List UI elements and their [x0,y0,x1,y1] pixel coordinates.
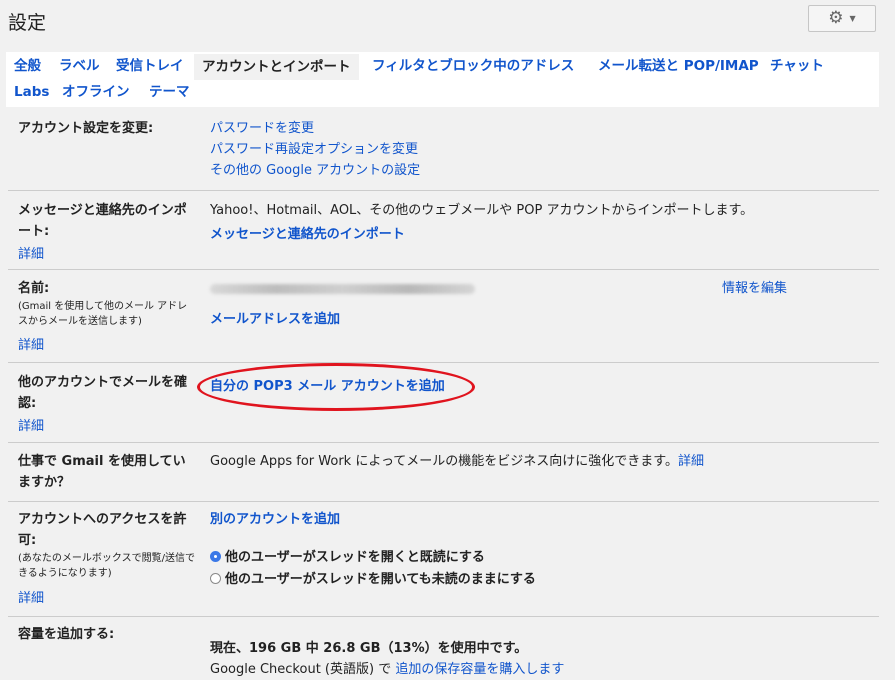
check-mail-row: 他のアカウントでメールを確認: 詳細 自分の POP3 メール アカウントを追加 [8,363,879,443]
tab-inbox[interactable]: 受信トレイ [116,57,184,75]
detail-link[interactable]: 詳細 [18,415,44,434]
import-row: メッセージと連絡先のインポート: 詳細 Yahoo!、Hotmail、AOL、そ… [8,191,879,270]
gmail-for-work-row: 仕事で Gmail を使用していますか？ Google Apps for Wor… [8,443,879,502]
page-title: 設定 [8,12,47,34]
tab-general[interactable]: 全般 [14,57,41,75]
tab-offline[interactable]: オフライン [62,83,130,101]
row-label-text: 仕事で Gmail を使用していますか？ [18,454,186,490]
tab-labs[interactable]: Labs [14,83,49,101]
add-pop3-account-link[interactable]: 自分の POP3 メール アカウントを追加 [210,376,445,397]
work-detail-link[interactable]: 詳細 [678,454,704,469]
account-settings-row: アカウント設定を変更: パスワードを変更 パスワード再設定オプションを変更 その… [8,108,879,191]
buy-storage-link[interactable]: 追加の保存容量を購入します [395,662,564,677]
row-label-text: 名前: [18,281,50,296]
change-recovery-link[interactable]: パスワード再設定オプションを変更 [210,139,418,160]
row-label: メッセージと連絡先のインポート: [18,200,196,242]
radio-mark-read[interactable]: 他のユーザーがスレッドを開くと既読にする [210,547,485,568]
storage-row: 容量を追加する: 現在、196 GB 中 26.8 GB（13%）を使用中です。… [8,617,879,677]
row-label: 仕事で Gmail を使用していますか？ [18,451,196,493]
checkout-text: Google Checkout (英語版) で [210,662,392,677]
row-label-text: 他のアカウントでメールを確認: [18,375,188,411]
tab-forwarding[interactable]: メール転送と POP/IMAP [598,57,759,75]
edit-info-link[interactable]: 情報を編集 [722,278,787,299]
import-messages-link[interactable]: メッセージと連絡先のインポート [210,224,405,245]
row-label: 容量を追加する: [18,627,115,642]
grant-access-row: アカウントへのアクセスを許可: (あなたのメールボックスで閲覧/送信できるように… [8,502,879,617]
add-email-link[interactable]: メールアドレスを追加 [210,309,340,330]
add-another-account-link[interactable]: 別のアカウントを追加 [210,509,340,530]
name-row: 名前: (Gmail を使用して他のメール アドレスからメールを送信します) 詳… [8,270,879,363]
settings-button[interactable]: ⚙ ▼ [808,5,876,32]
tab-filters[interactable]: フィルタとブロック中のアドレス [372,57,574,75]
tab-chat[interactable]: チャット [770,57,824,75]
row-label: 名前: (Gmail を使用して他のメール アドレスからメールを送信します) [18,278,196,329]
caret-down-icon: ▼ [849,14,856,23]
detail-link[interactable]: 詳細 [18,334,44,353]
tab-labels[interactable]: ラベル [59,57,100,75]
tab-accounts-import[interactable]: アカウントとインポート [194,54,359,80]
radio-unselected-icon[interactable] [210,573,221,584]
radio-label: 他のユーザーがスレッドを開くと既読にする [225,550,485,565]
settings-content: アカウント設定を変更: パスワードを変更 パスワード再設定オプションを変更 その… [8,108,879,677]
google-account-settings-link[interactable]: その他の Google アカウントの設定 [210,160,420,181]
email-address-redacted [210,280,475,301]
row-label: アカウントへのアクセスを許可: (あなたのメールボックスで閲覧/送信できるように… [18,509,196,581]
work-description: Google Apps for Work によってメールの機能をビジネス向けに強… [210,451,704,472]
row-sublabel: (あなたのメールボックスで閲覧/送信できるようになります) [18,553,195,579]
gear-icon: ⚙ [828,8,844,28]
row-label-text: メッセージと連絡先のインポート: [18,203,187,239]
row-label-text: アカウントへのアクセスを許可: [18,512,187,548]
detail-link[interactable]: 詳細 [18,243,44,262]
settings-tabs: 全般 ラベル 受信トレイ アカウントとインポート フィルタとブロック中のアドレス… [6,52,879,107]
radio-keep-unread[interactable]: 他のユーザーがスレッドを開いても未読のままにする [210,569,536,590]
change-password-link[interactable]: パスワードを変更 [210,118,314,139]
radio-selected-icon[interactable] [210,551,221,562]
work-text: Google Apps for Work によってメールの機能をビジネス向けに強… [210,454,678,469]
row-sublabel: (Gmail を使用して他のメール アドレスからメールを送信します) [18,301,188,327]
row-label: 他のアカウントでメールを確認: [18,372,196,414]
import-description: Yahoo!、Hotmail、AOL、その他のウェブメールや POP アカウント… [210,203,754,218]
detail-link[interactable]: 詳細 [18,587,44,606]
row-label: アカウント設定を変更: [18,121,154,136]
radio-label: 他のユーザーがスレッドを開いても未読のままにする [225,572,536,587]
storage-usage: 現在、196 GB 中 26.8 GB（13%）を使用中です。 [210,641,528,656]
tab-themes[interactable]: テーマ [149,83,190,101]
